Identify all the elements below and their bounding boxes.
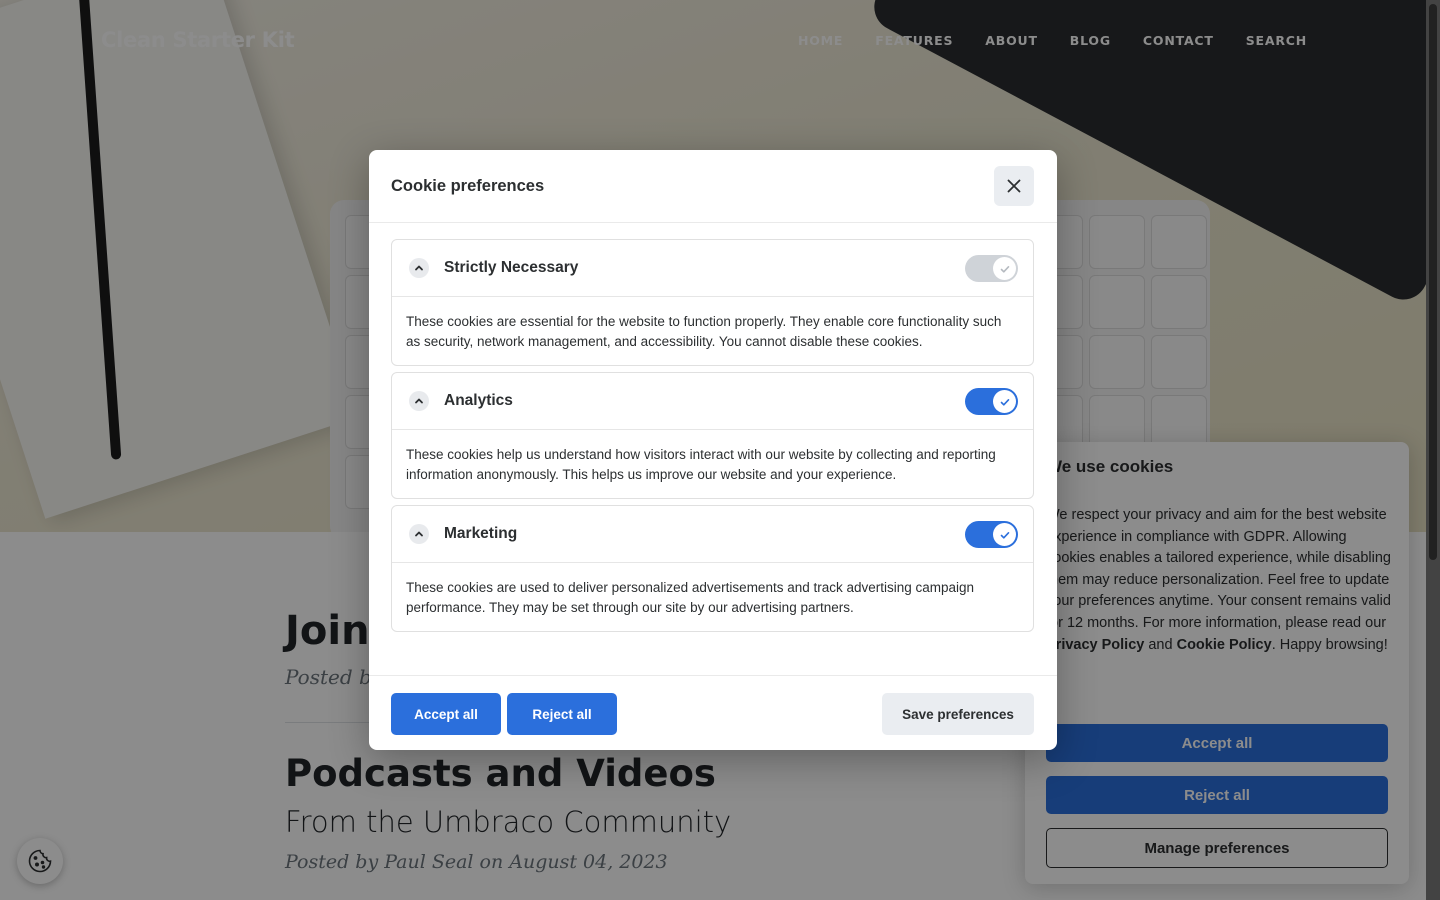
category-title: Marketing bbox=[444, 525, 518, 542]
close-icon bbox=[1007, 179, 1021, 193]
cookie-preferences-modal: Cookie preferences Strictly Necessary Th… bbox=[369, 150, 1057, 750]
modal-title: Cookie preferences bbox=[391, 177, 545, 195]
accept-all-button[interactable]: Accept all bbox=[391, 693, 501, 735]
strictly-necessary-toggle bbox=[965, 255, 1018, 282]
check-icon bbox=[1000, 265, 1009, 273]
chevron-up-icon[interactable] bbox=[409, 258, 429, 278]
marketing-toggle[interactable] bbox=[965, 521, 1018, 548]
category-strictly-necessary: Strictly Necessary These cookies are ess… bbox=[391, 239, 1034, 366]
category-analytics: Analytics These cookies help us understa… bbox=[391, 372, 1034, 499]
analytics-toggle[interactable] bbox=[965, 388, 1018, 415]
category-header[interactable]: Analytics bbox=[392, 373, 1033, 430]
reject-all-button[interactable]: Reject all bbox=[507, 693, 617, 735]
modal-header: Cookie preferences bbox=[369, 150, 1057, 223]
category-header[interactable]: Strictly Necessary bbox=[392, 240, 1033, 297]
category-title: Analytics bbox=[444, 392, 513, 409]
category-description: These cookies help us understand how vis… bbox=[406, 447, 996, 483]
modal-footer: Accept all Reject all Save preferences bbox=[369, 675, 1057, 750]
check-icon bbox=[1000, 398, 1009, 406]
chevron-up-icon[interactable] bbox=[409, 524, 429, 544]
chevron-up-icon[interactable] bbox=[409, 391, 429, 411]
category-header[interactable]: Marketing bbox=[392, 506, 1033, 563]
save-preferences-button[interactable]: Save preferences bbox=[882, 693, 1034, 735]
category-description: These cookies are used to deliver person… bbox=[406, 580, 975, 616]
category-description: These cookies are essential for the webs… bbox=[406, 314, 1002, 350]
category-marketing: Marketing These cookies are used to deli… bbox=[391, 505, 1034, 632]
category-title: Strictly Necessary bbox=[444, 259, 579, 276]
check-icon bbox=[1000, 531, 1009, 539]
close-button[interactable] bbox=[994, 166, 1034, 206]
